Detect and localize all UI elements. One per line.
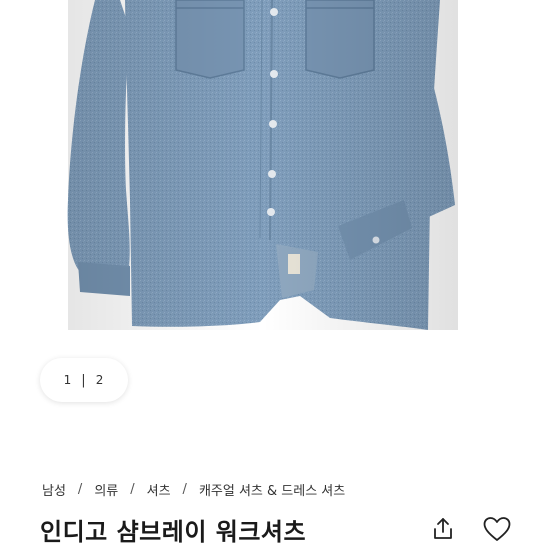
pager-current: 1 <box>63 373 73 387</box>
breadcrumb-item-shirts[interactable]: 셔츠 <box>147 480 171 499</box>
product-info: 남성 / 의류 / 셔츠 / 캐주얼 셔츠 & 드레스 셔츠 인디고 샴브레이 … <box>0 432 552 552</box>
image-pager[interactable]: 1 | 2 <box>40 358 128 402</box>
breadcrumb-separator: / <box>182 482 187 497</box>
breadcrumb-item-casual-dress-shirts[interactable]: 캐주얼 셔츠 & 드레스 셔츠 <box>199 480 345 499</box>
product-title: 인디고 샴브레이 워크셔츠 <box>40 518 307 546</box>
product-image-gallery[interactable]: 1 | 2 <box>0 0 552 432</box>
pager-divider: | <box>81 372 87 388</box>
breadcrumb-item-men[interactable]: 남성 <box>42 480 66 499</box>
breadcrumb-separator: / <box>130 482 135 497</box>
breadcrumb-separator: / <box>77 482 83 497</box>
like-button[interactable] <box>480 512 514 546</box>
heart-icon <box>483 517 511 541</box>
share-icon <box>434 518 452 539</box>
pager-total: 2 <box>95 373 105 387</box>
breadcrumb: 남성 / 의류 / 셔츠 / 캐주얼 셔츠 & 드레스 셔츠 <box>42 480 345 499</box>
share-button[interactable] <box>426 512 460 546</box>
breadcrumb-item-clothing[interactable]: 의류 <box>94 480 118 499</box>
